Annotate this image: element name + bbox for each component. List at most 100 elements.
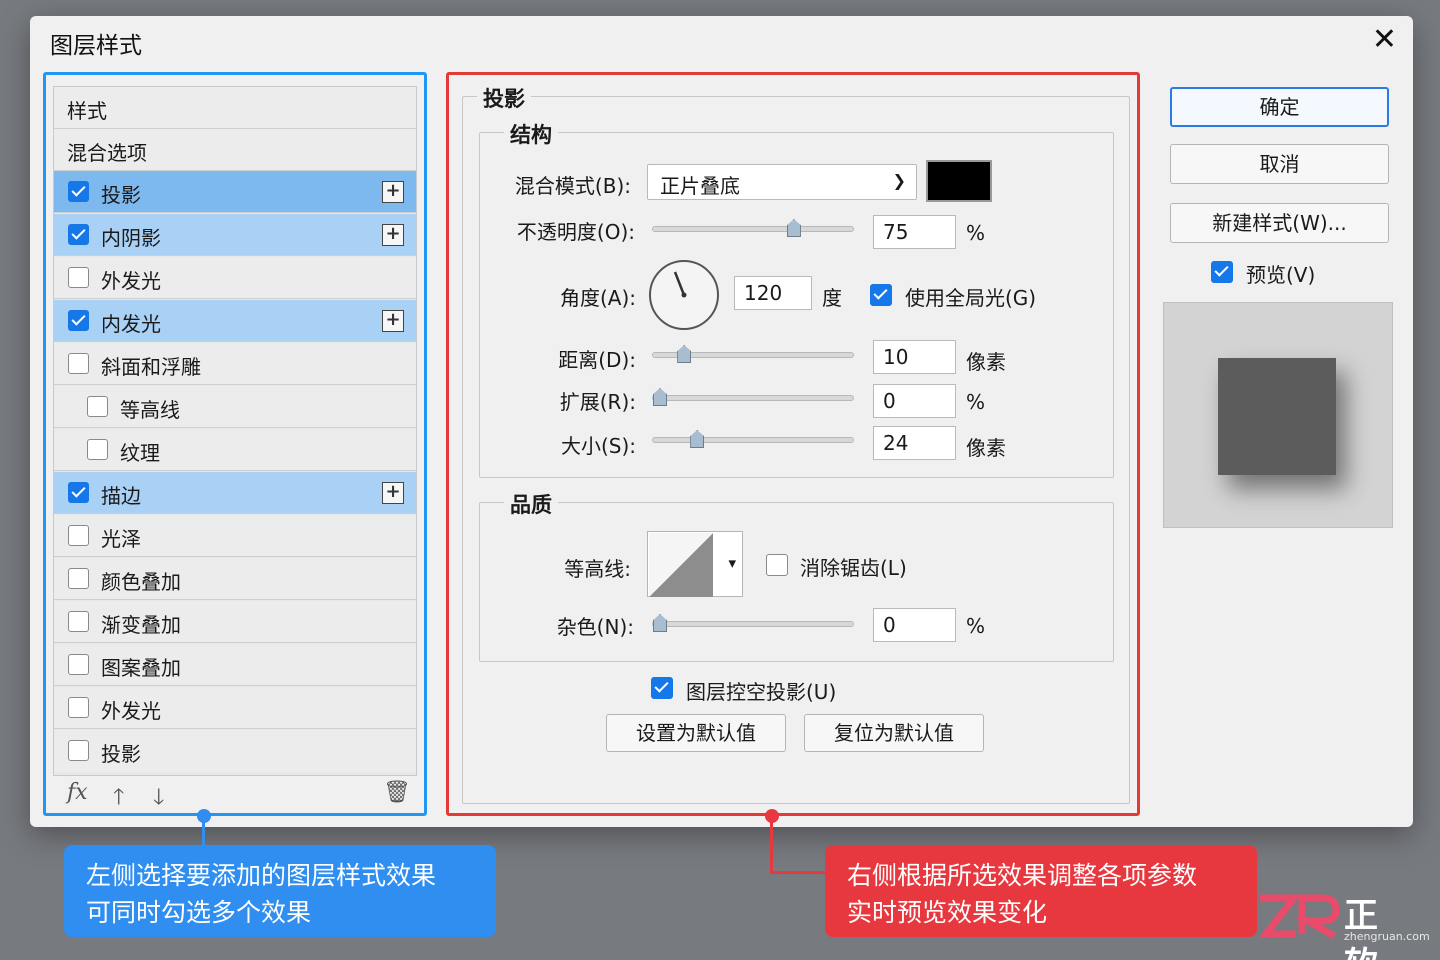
style-item-label: 纹理 (120, 441, 160, 465)
preview-swatch (1218, 358, 1336, 475)
style-item-label: 图案叠加 (101, 656, 181, 680)
fx-icon[interactable]: fx (67, 780, 88, 805)
checkbox-outer-glow[interactable] (68, 267, 89, 288)
angle-input[interactable]: 120 (734, 276, 812, 310)
shadow-color-swatch[interactable] (926, 160, 992, 202)
style-list-header: 样式 (54, 87, 416, 129)
distance-slider[interactable] (652, 345, 854, 363)
style-item-label: 投影 (101, 183, 141, 207)
style-item-bevel-emboss[interactable]: 斜面和浮雕 (54, 343, 416, 385)
noise-slider[interactable] (652, 614, 854, 632)
connector-line-red-v (770, 816, 773, 874)
global-light-checkbox[interactable] (870, 284, 892, 306)
checkbox-drop-shadow[interactable] (68, 181, 89, 202)
right-callout-line2: 实时预览效果变化 (847, 898, 1048, 927)
add-effect-icon[interactable]: + (382, 310, 404, 332)
reset-default-button[interactable]: 复位为默认值 (804, 714, 984, 752)
blending-options-label: 混合选项 (67, 141, 147, 165)
spread-input[interactable]: 0 (873, 384, 956, 418)
checkbox-gradient-overlay[interactable] (68, 611, 89, 632)
size-label: 大小(S): (560, 434, 636, 458)
checkbox-stroke[interactable] (68, 482, 89, 503)
effect-title: 投影 (477, 83, 531, 113)
blend-mode-select[interactable]: 正片叠底 ❯ (647, 164, 917, 200)
size-input[interactable]: 24 (873, 426, 956, 460)
layer-style-dialog: 图层样式 ✕ 样式 混合选项 投影 + 内阴影 + 外发光 内发光 + 斜面和浮… (30, 16, 1413, 827)
noise-input[interactable]: 0 (873, 608, 956, 642)
anti-alias-label: 消除锯齿(L) (800, 556, 907, 580)
style-item-label: 外发光 (101, 699, 161, 723)
checkbox-outer-glow-2[interactable] (68, 697, 89, 718)
contour-picker[interactable]: ▾ (647, 531, 743, 597)
styles-header-label: 样式 (67, 99, 107, 123)
preview-box (1163, 302, 1393, 528)
connector-line-red-h (770, 871, 826, 874)
close-icon[interactable]: ✕ (1372, 22, 1397, 58)
style-item-pattern-overlay[interactable]: 图案叠加 (54, 644, 416, 686)
add-effect-icon[interactable]: + (382, 224, 404, 246)
style-item-inner-shadow[interactable]: 内阴影 + (54, 214, 416, 256)
checkbox-contour[interactable] (87, 396, 108, 417)
checkbox-drop-shadow-2[interactable] (68, 740, 89, 761)
distance-unit: 像素 (966, 350, 1006, 374)
new-style-button[interactable]: 新建样式(W)... (1170, 203, 1389, 243)
blending-options-item[interactable]: 混合选项 (54, 129, 416, 171)
cancel-button[interactable]: 取消 (1170, 144, 1389, 184)
set-default-button[interactable]: 设置为默认值 (606, 714, 786, 752)
spread-slider[interactable] (652, 388, 854, 406)
move-down-icon[interactable]: 🡓 (153, 780, 164, 818)
opacity-slider[interactable] (652, 219, 854, 237)
dialog-title: 图层样式 (50, 33, 142, 59)
style-item-inner-glow[interactable]: 内发光 + (54, 300, 416, 342)
checkbox-texture[interactable] (87, 439, 108, 460)
add-effect-icon[interactable]: + (382, 181, 404, 203)
size-slider[interactable] (652, 430, 854, 448)
chevron-down-icon: ❯ (892, 171, 906, 190)
style-item-outer-glow[interactable]: 外发光 (54, 257, 416, 299)
checkbox-color-overlay[interactable] (68, 568, 89, 589)
brand-name: 正软 (1344, 896, 1382, 960)
quality-title: 品质 (504, 489, 558, 519)
style-item-color-overlay[interactable]: 颜色叠加 (54, 558, 416, 600)
chevron-down-icon: ▾ (728, 554, 736, 572)
style-item-label: 外发光 (101, 269, 161, 293)
style-item-gradient-overlay[interactable]: 渐变叠加 (54, 601, 416, 643)
brand-url: zhengruan.com (1344, 930, 1430, 943)
style-item-drop-shadow[interactable]: 投影 + (54, 171, 416, 213)
trash-icon[interactable]: 🗑 (383, 780, 411, 805)
anti-alias-checkbox[interactable] (766, 554, 788, 576)
checkbox-satin[interactable] (68, 525, 89, 546)
opacity-input[interactable]: 75 (873, 215, 956, 249)
blend-mode-label: 混合模式(B): (514, 174, 631, 198)
style-item-drop-shadow-2[interactable]: 投影 (54, 730, 416, 772)
style-item-contour[interactable]: 等高线 (54, 386, 416, 428)
left-callout-line1: 左侧选择要添加的图层样式效果 (86, 861, 437, 890)
angle-dial[interactable] (649, 260, 719, 330)
style-item-label: 光泽 (101, 527, 141, 551)
checkbox-pattern-overlay[interactable] (68, 654, 89, 675)
move-up-icon[interactable]: 🡑 (113, 780, 124, 818)
checkbox-bevel-emboss[interactable] (68, 353, 89, 374)
preview-label: 预览(V) (1246, 263, 1316, 287)
preview-checkbox[interactable] (1211, 261, 1233, 283)
opacity-label: 不透明度(O): (516, 220, 635, 244)
checkbox-inner-glow[interactable] (68, 310, 89, 331)
style-item-label: 颜色叠加 (101, 570, 181, 594)
style-item-outer-glow-2[interactable]: 外发光 (54, 687, 416, 729)
knockout-label: 图层控空投影(U) (686, 680, 837, 704)
distance-input[interactable]: 10 (873, 340, 956, 374)
style-item-satin[interactable]: 光泽 (54, 515, 416, 557)
style-item-label: 内阴影 (101, 226, 161, 250)
checkbox-inner-shadow[interactable] (68, 224, 89, 245)
knockout-checkbox[interactable] (651, 677, 673, 699)
style-item-label: 等高线 (120, 398, 180, 422)
add-effect-icon[interactable]: + (382, 482, 404, 504)
zr-logo-icon (1258, 894, 1340, 940)
left-callout: 左侧选择要添加的图层样式效果 可同时勾选多个效果 (64, 845, 496, 937)
style-item-stroke[interactable]: 描边 + (54, 472, 416, 514)
angle-label: 角度(A): (559, 286, 636, 310)
ok-button[interactable]: 确定 (1170, 87, 1389, 127)
distance-label: 距离(D): (558, 348, 636, 372)
style-item-label: 内发光 (101, 312, 161, 336)
style-item-texture[interactable]: 纹理 (54, 429, 416, 471)
